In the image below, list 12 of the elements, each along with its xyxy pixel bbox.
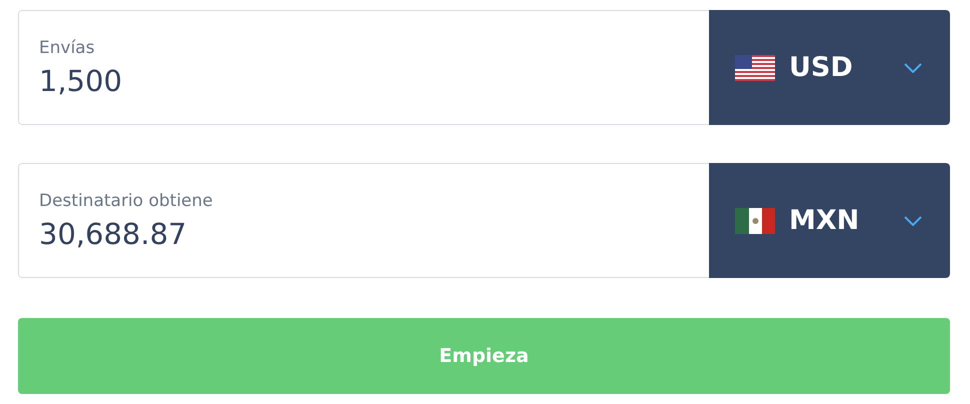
chevron-down-icon [904, 216, 922, 226]
amount-input[interactable]: 30,688.87 [39, 216, 689, 250]
field-label: Envías [39, 38, 96, 58]
flag-icon [735, 54, 775, 80]
chevron-down-icon [904, 62, 922, 72]
currency-select[interactable]: MXN [709, 163, 950, 278]
amount-field[interactable]: Envías 1,500 [18, 10, 709, 125]
field-label: Destinatario obtiene [39, 190, 214, 210]
amount-input[interactable]: 1,500 [39, 64, 689, 98]
amount-field[interactable]: Destinatario obtiene 30,688.87 [18, 163, 709, 278]
flag-icon [735, 208, 775, 234]
currency-select[interactable]: USD [709, 10, 950, 125]
